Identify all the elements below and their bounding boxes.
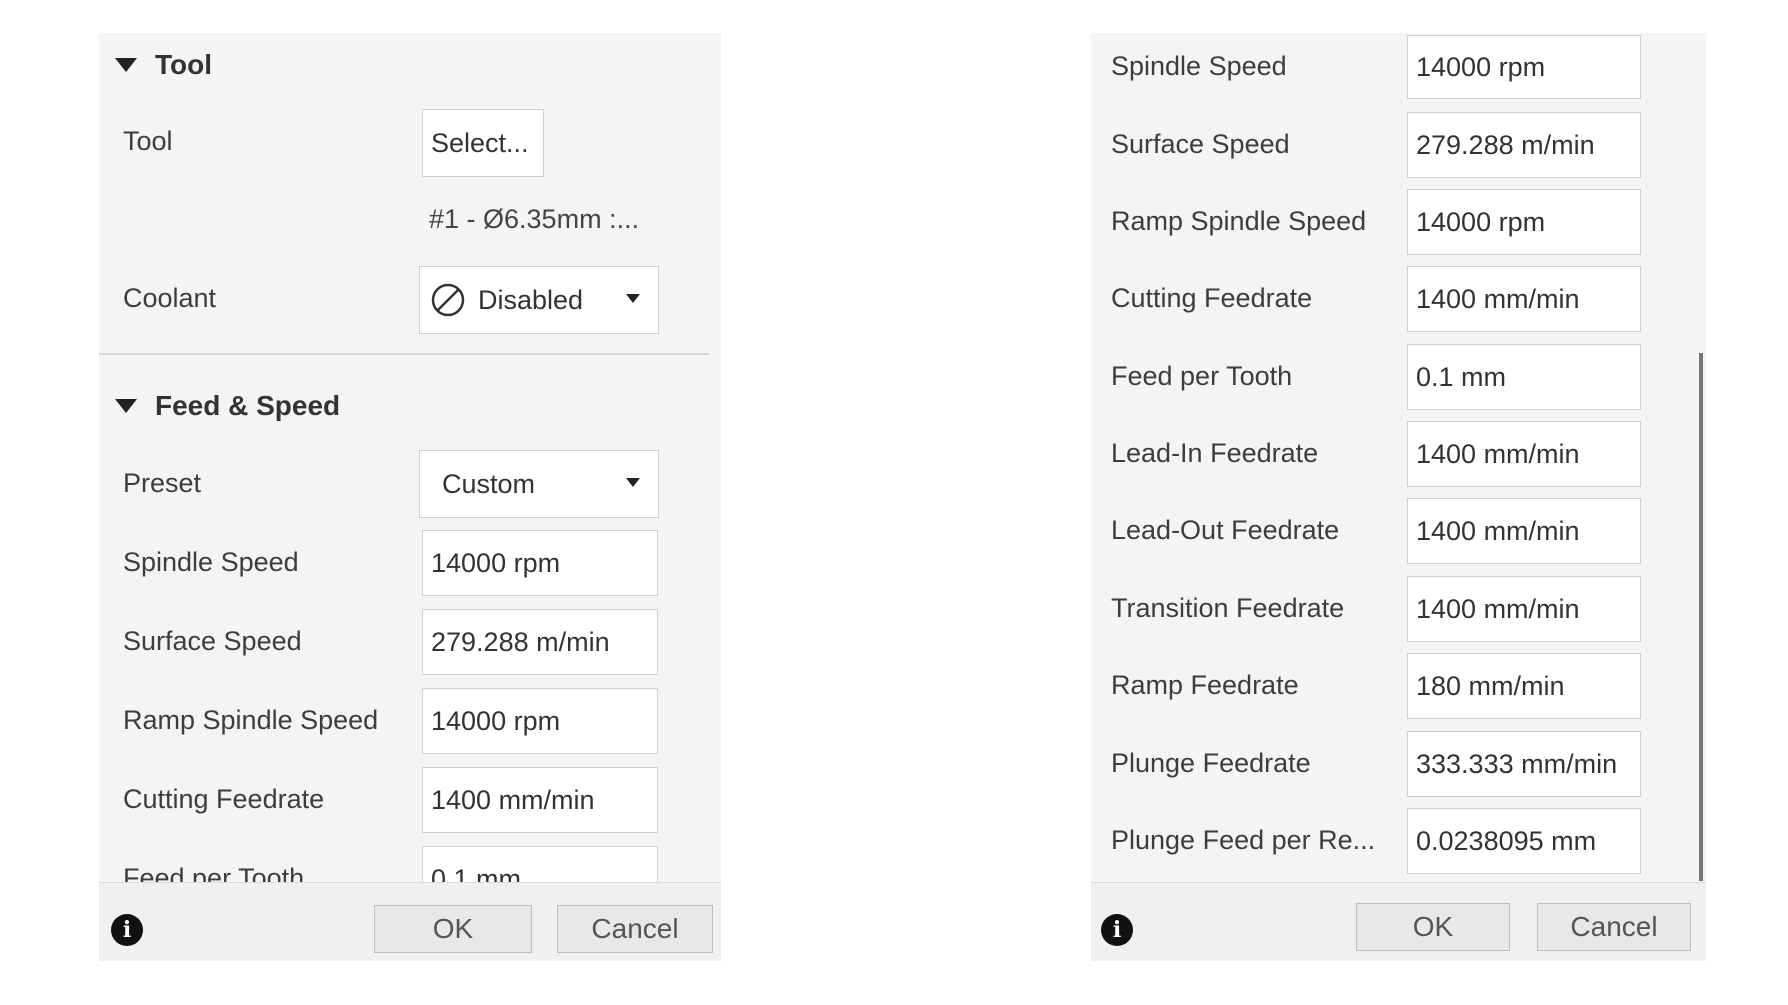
surface-speed-label: Surface Speed [1111,129,1290,159]
scrollbar[interactable] [1699,353,1703,881]
feed-per-tooth-input[interactable]: 0.1 mm [1407,344,1641,410]
ramp-spindle-speed-label: Ramp Spindle Speed [1111,206,1367,236]
cutting-feedrate-label: Cutting Feedrate [123,784,325,814]
surface-speed-input[interactable]: 279.288 m/min [422,609,658,675]
lead-out-feedrate-input[interactable]: 1400 mm/min [1407,498,1641,564]
plunge-feedrate-label: Plunge Feedrate [1111,748,1311,778]
ok-button[interactable]: OK [374,905,532,953]
surface-speed-label: Surface Speed [123,626,302,656]
spindle-speed-input[interactable]: 14000 rpm [1407,35,1641,99]
info-icon[interactable]: i [1101,914,1133,946]
transition-feedrate-input[interactable]: 1400 mm/min [1407,576,1641,642]
scroll-area: Spindle Speed 14000 rpm Surface Speed 27… [99,33,721,882]
plunge-feedrate-input[interactable]: 333.333 mm/min [1407,731,1641,797]
plunge-feed-per-rev-label: Plunge Feed per Re... [1111,825,1376,855]
ok-button[interactable]: OK [1356,903,1510,951]
cutting-feedrate-input[interactable]: 1400 mm/min [1407,266,1641,332]
ramp-spindle-speed-input[interactable]: 14000 rpm [1407,189,1641,255]
surface-speed-input[interactable]: 279.288 m/min [1407,112,1641,178]
ramp-spindle-speed-label: Ramp Spindle Speed [123,705,379,735]
cutting-feedrate-input[interactable]: 1400 mm/min [422,767,658,833]
feed-per-tooth-label: Feed per Tooth [123,863,305,882]
dialog-footer: i OK Cancel [1091,882,1706,961]
left-dialog-panel: Tool Tool Select... #1 - Ø6.35mm :... Co… [99,33,721,961]
cancel-button[interactable]: Cancel [1537,903,1691,951]
lead-in-feedrate-input[interactable]: 1400 mm/min [1407,421,1641,487]
transition-feedrate-label: Transition Feedrate [1111,593,1345,623]
right-dialog-panel: Spindle Speed 14000 rpm Surface Speed 27… [1091,33,1706,961]
cancel-button[interactable]: Cancel [557,905,713,953]
feed-per-tooth-input[interactable]: 0.1 mm [422,846,658,882]
plunge-feed-per-rev-input[interactable]: 0.0238095 mm [1407,808,1641,874]
spindle-speed-label: Spindle Speed [1111,51,1287,81]
spindle-speed-label: Spindle Speed [123,547,299,577]
info-icon[interactable]: i [111,914,143,946]
lead-out-feedrate-label: Lead-Out Feedrate [1111,515,1340,545]
dialog-footer: i OK Cancel [99,882,721,961]
lead-in-feedrate-label: Lead-In Feedrate [1111,438,1319,468]
ramp-feedrate-label: Ramp Feedrate [1111,670,1299,700]
ramp-spindle-speed-input[interactable]: 14000 rpm [422,688,658,754]
spindle-speed-input[interactable]: 14000 rpm [422,530,658,596]
feed-per-tooth-label: Feed per Tooth [1111,361,1293,391]
cutting-feedrate-label: Cutting Feedrate [1111,283,1313,313]
ramp-feedrate-input[interactable]: 180 mm/min [1407,653,1641,719]
